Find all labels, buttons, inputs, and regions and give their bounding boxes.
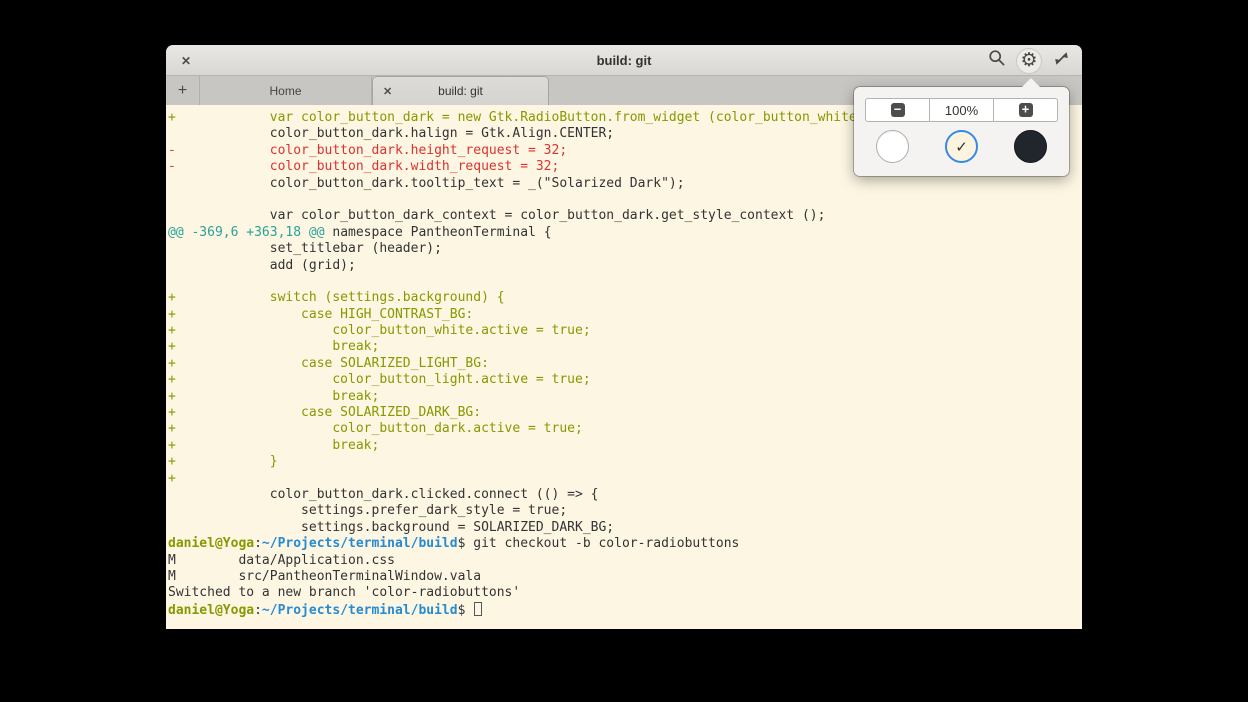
terminal-line: set_titlebar (header); (168, 241, 1082, 257)
fullscreen-expand-icon (1053, 50, 1070, 72)
terminal-line: + case SOLARIZED_DARK_BG: (168, 405, 1082, 421)
terminal-line: daniel@Yoga:~/Projects/terminal/build$ g… (168, 536, 1082, 552)
popover-arrow (1022, 78, 1040, 87)
tab-build-git[interactable]: ✕ build: git (372, 76, 549, 105)
new-tab-button[interactable]: + (166, 76, 200, 105)
tab-home[interactable]: Home (200, 76, 372, 105)
terminal-cursor (474, 602, 482, 616)
terminal-line: + case HIGH_CONTRAST_BG: (168, 307, 1082, 323)
tab-build-git-label: build: git (438, 84, 483, 98)
theme-radio-white[interactable] (876, 130, 909, 163)
terminal-line: color_button_dark.clicked.connect (() =>… (168, 487, 1082, 503)
plus-icon: + (178, 82, 187, 100)
window-title: build: git (166, 53, 1082, 68)
headerbar: ✕ build: git ⚙ (166, 45, 1082, 76)
terminal-line: + case SOLARIZED_LIGHT_BG: (168, 356, 1082, 372)
terminal-line: settings.prefer_dark_style = true; (168, 503, 1082, 519)
zoom-level[interactable]: 100% (929, 99, 993, 121)
gear-icon: ⚙ (1020, 51, 1037, 70)
search-button[interactable] (984, 48, 1010, 74)
zoom-level-label: 100% (945, 103, 978, 118)
terminal-line: + switch (settings.background) { (168, 290, 1082, 306)
terminal-line: settings.background = SOLARIZED_DARK_BG; (168, 520, 1082, 536)
theme-radio-dark[interactable] (1014, 130, 1047, 163)
terminal-line: M src/PantheonTerminalWindow.vala (168, 569, 1082, 585)
desktop-background: ✕ build: git ⚙ (0, 0, 1248, 702)
terminal-line: + color_button_dark.active = true; (168, 421, 1082, 437)
tab-close-button[interactable]: ✕ (383, 77, 392, 105)
theme-radio-light[interactable]: ✓ (945, 130, 978, 163)
theme-selector: ✓ (854, 130, 1069, 163)
zoom-out-button[interactable]: − (866, 99, 929, 121)
zoom-out-icon: − (891, 103, 905, 117)
zoom-in-button[interactable]: + (993, 99, 1057, 121)
terminal-line: + break; (168, 339, 1082, 355)
zoom-control: − 100% + (865, 98, 1058, 122)
terminal-line: add (grid); (168, 258, 1082, 274)
terminal-line: + color_button_white.active = true; (168, 323, 1082, 339)
terminal-line (168, 192, 1082, 208)
terminal-line: M data/Application.css (168, 553, 1082, 569)
search-icon (988, 49, 1006, 72)
terminal-line: daniel@Yoga:~/Projects/terminal/build$ (168, 602, 1082, 618)
terminal-line: @@ -369,6 +363,18 @@ namespace PantheonT… (168, 225, 1082, 241)
terminal-output[interactable]: + var color_button_dark = new Gtk.RadioB… (166, 105, 1082, 629)
terminal-line: + (168, 471, 1082, 487)
terminal-line: var color_button_dark_context = color_bu… (168, 208, 1082, 224)
zoom-in-icon: + (1019, 103, 1033, 117)
settings-popover: − 100% + ✓ (854, 87, 1069, 176)
settings-button[interactable]: ⚙ (1016, 48, 1042, 74)
tab-home-label: Home (269, 84, 301, 98)
terminal-line: Switched to a new branch 'color-radiobut… (168, 585, 1082, 601)
checkmark-icon: ✓ (955, 138, 968, 156)
terminal-line: + break; (168, 438, 1082, 454)
terminal-line: color_button_dark.tooltip_text = _("Sola… (168, 176, 1082, 192)
headerbar-actions: ⚙ (984, 45, 1074, 76)
terminal-line: + color_button_light.active = true; (168, 372, 1082, 388)
terminal-line (168, 274, 1082, 290)
terminal-line: + break; (168, 389, 1082, 405)
fullscreen-button[interactable] (1048, 48, 1074, 74)
close-icon: ✕ (383, 85, 392, 98)
terminal-line: + } (168, 454, 1082, 470)
